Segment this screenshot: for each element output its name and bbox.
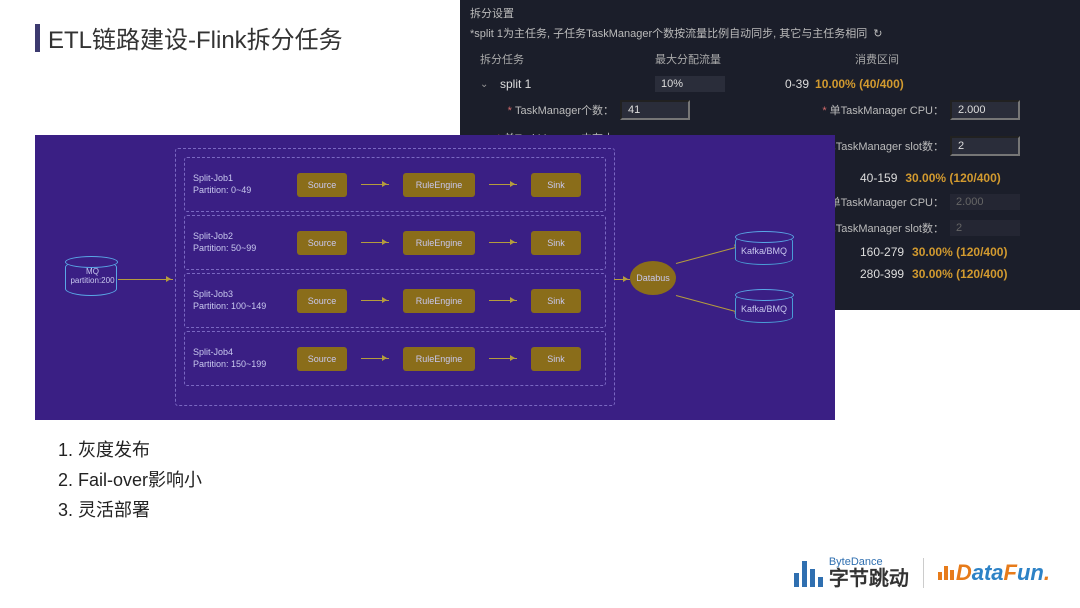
source-node: Source [297, 173, 347, 197]
split1-row[interactable]: ⌄ split 1 0-39 10.00% (40/400) [460, 73, 1080, 95]
arrow-databus-kafka1 [676, 245, 742, 264]
split-name: split 1 [500, 77, 655, 91]
range-cell: 0-39 10.00% (40/400) [785, 77, 1060, 91]
arrow-jobs-databus [614, 279, 630, 280]
databus-node: Databus [630, 261, 676, 295]
kafka-cylinder-1: Kafka/BMQ [735, 235, 793, 265]
tm-slot-input[interactable] [950, 136, 1020, 156]
title-accent-bar [35, 24, 40, 52]
tm-cpu-field: *单TaskManager CPU： [770, 97, 1080, 123]
bullet-item: 灰度发布 [78, 436, 202, 462]
tm-count-field: *TaskManager个数： [460, 97, 770, 123]
panel-desc-text: *split 1为主任务, 子任务TaskManager个数按流量比例自动同步,… [470, 25, 867, 41]
col-flow: 最大分配流量 [655, 51, 855, 67]
refresh-icon[interactable]: ↻ [873, 27, 882, 40]
bullet-list: 灰度发布 Fail-over影响小 灵活部署 [50, 432, 202, 526]
footer-logos: ByteDance 字节跳动 DataFun. [794, 556, 1050, 590]
bytedance-bars-icon [794, 559, 823, 587]
tm-cpu2-value: 2.000 [950, 194, 1020, 210]
bullet-item: 灵活部署 [78, 496, 202, 522]
job-row: Split-Job2Partition: 50~99 Source RuleEn… [184, 215, 606, 270]
tm-cpu-input[interactable] [950, 100, 1020, 120]
bullet-item: Fail-over影响小 [78, 466, 202, 492]
tm-slot2-value: 2 [950, 220, 1020, 236]
slide-title: ETL链路建设-Flink拆分任务 [35, 20, 343, 55]
datafun-bars-icon [938, 562, 954, 580]
mq-cylinder: MQpartition:200 [65, 260, 120, 300]
panel-description: *split 1为主任务, 子任务TaskManager个数按流量比例自动同步,… [460, 23, 1080, 47]
job-row: Split-Job1Partition: 0~49 Source RuleEng… [184, 157, 606, 212]
job-row: Split-Job3Partition: 100~149 Source Rule… [184, 273, 606, 328]
sink-node: Sink [531, 173, 581, 197]
chevron-down-icon[interactable]: ⌄ [480, 79, 500, 90]
arrow-databus-kafka2 [676, 295, 742, 314]
arrow-icon [361, 184, 389, 185]
job-row: Split-Job4Partition: 150~199 Source Rule… [184, 331, 606, 386]
column-headers: 拆分任务 最大分配流量 消费区间 [460, 47, 1080, 73]
flow-input[interactable] [655, 76, 725, 92]
bytedance-logo: ByteDance 字节跳动 [794, 556, 909, 590]
datafun-logo: DataFun. [938, 560, 1050, 586]
range-num: 0-39 [785, 77, 809, 91]
job-meta: Split-Job1Partition: 0~49 [193, 173, 283, 196]
col-task: 拆分任务 [480, 51, 655, 67]
rule-engine-node: RuleEngine [403, 173, 475, 197]
flink-split-diagram: MQpartition:200 Split-Job1Partition: 0~4… [35, 135, 835, 420]
jobs-container: Split-Job1Partition: 0~49 Source RuleEng… [175, 148, 615, 406]
logo-separator [923, 558, 924, 588]
field-row-1: *TaskManager个数： *单TaskManager CPU： [460, 95, 1080, 125]
col-range: 消费区间 [855, 51, 1060, 67]
tm-count-input[interactable] [620, 100, 690, 120]
title-text: ETL链路建设-Flink拆分任务 [48, 20, 343, 55]
panel-header: 拆分设置 [460, 0, 1080, 23]
arrow-icon [489, 184, 517, 185]
arrow-mq-jobs [118, 279, 173, 280]
range-pct: 10.00% (40/400) [815, 77, 904, 91]
kafka-cylinder-2: Kafka/BMQ [735, 293, 793, 323]
